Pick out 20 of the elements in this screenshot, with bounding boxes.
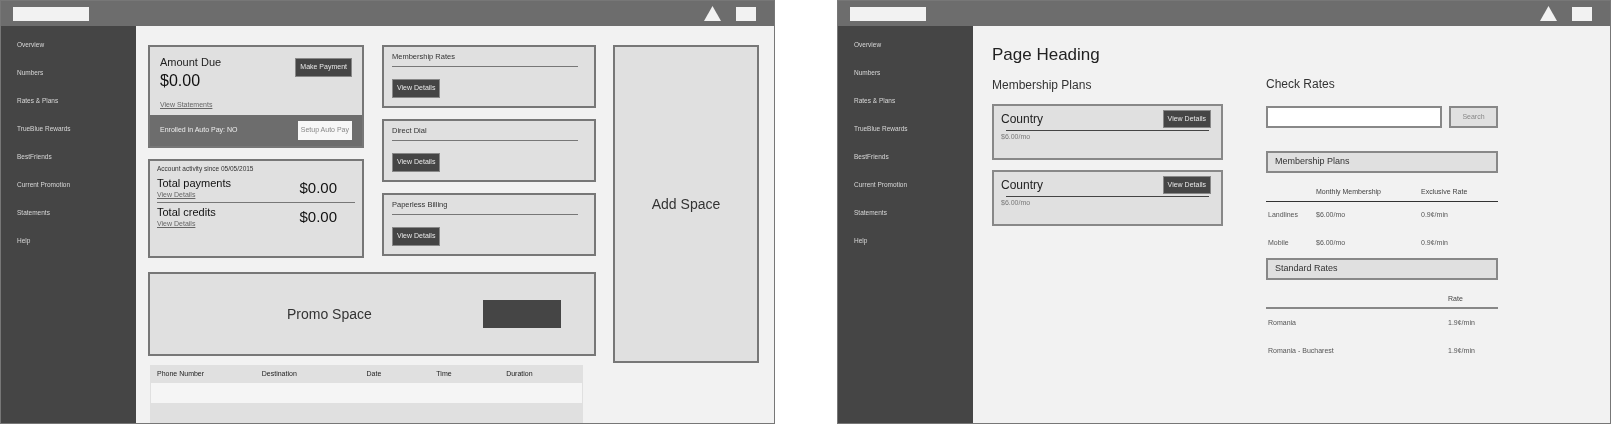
total-amount: $0.00 [299, 177, 337, 198]
section-heading: Check Rates [1266, 76, 1335, 93]
amount-text: $0.00 [160, 70, 202, 91]
total-label: Total credits [157, 205, 217, 220]
plan-name: Country [1001, 176, 1044, 194]
card-title: Amount Due [160, 55, 223, 70]
section-heading: Membership Plans [992, 76, 1092, 94]
promo-text: Promo Space [287, 304, 373, 324]
triangle-icon[interactable] [1540, 6, 1557, 21]
triangle-icon[interactable] [704, 6, 721, 21]
plan-name: Country [1001, 110, 1044, 128]
page-heading: Page Heading [992, 44, 1100, 66]
ad-space-text: Add Space [651, 194, 721, 214]
total-label: Total payments [157, 175, 232, 190]
search-field[interactable] [1266, 106, 1442, 128]
section-title: Membership Plans [1275, 155, 1350, 169]
square-icon[interactable] [736, 6, 756, 21]
square-icon[interactable] [1572, 6, 1592, 21]
section-title: Standard Rates [1275, 261, 1338, 275]
total-amount: $0.00 [299, 207, 337, 228]
